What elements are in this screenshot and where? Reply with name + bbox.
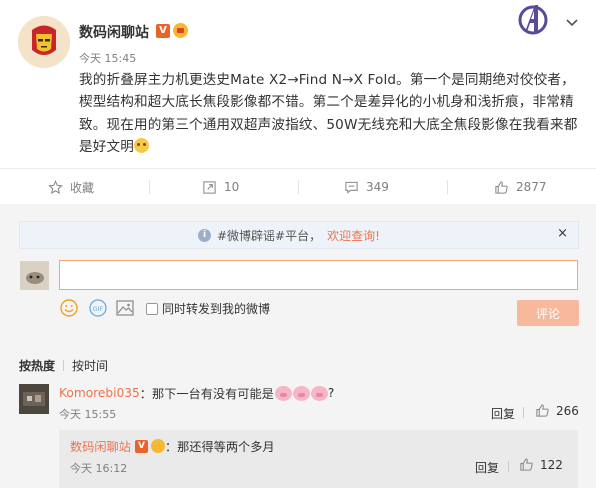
comment-body: Komorebi035 ：那下一台有没有可能是 ? [59, 384, 334, 402]
repost-icon [203, 180, 216, 194]
thumbs-up-icon [520, 458, 533, 471]
crown-icon [150, 439, 165, 453]
info-icon: i [198, 228, 211, 242]
post-content: 我的折叠屏主力机更迭史Mate X2→Find N→X Fold。第一个是同期绝… [79, 69, 579, 158]
sort-by-hot-tab[interactable]: 按热度 [19, 357, 55, 374]
favorite-button[interactable]: 收藏 [48, 169, 94, 205]
reply-text: ：那还得等两个多月 [164, 440, 275, 454]
image-upload-icon[interactable] [115, 298, 135, 318]
comment-icon [345, 181, 358, 194]
thumbs-up-icon [495, 180, 508, 194]
weibo-post: 数码闲聊站 V 今天 15:45 我的折叠屏主力机更迭史Mate X2→Find… [0, 0, 596, 168]
reply-button[interactable]: 回复 [475, 459, 499, 476]
rumor-notice-banner: i #微博辟谣#平台， 欢迎查询! × [19, 221, 579, 249]
chevron-down-icon[interactable] [564, 14, 580, 30]
thumbs-up-icon [536, 404, 549, 417]
commenter-avatar[interactable] [19, 384, 49, 414]
comment-like-count: 266 [556, 403, 579, 418]
star-icon [48, 179, 63, 194]
divider [63, 360, 65, 371]
comment-suffix: ? [327, 386, 335, 400]
commenter-username[interactable]: Komorebi035 [59, 386, 140, 400]
reply-time: 今天 16:12 [70, 462, 128, 475]
comment-button[interactable]: 349 [344, 169, 389, 205]
gif-icon[interactable]: GIF [88, 298, 108, 318]
reply-username[interactable]: 数码闲聊站 [70, 437, 131, 455]
pig-emoji-icon [274, 385, 292, 401]
post-time[interactable]: 今天 15:45 [79, 50, 136, 66]
user-avatar[interactable] [18, 16, 70, 68]
verified-badge: V [134, 439, 148, 453]
divider [149, 180, 150, 194]
divider [508, 461, 509, 472]
pig-emoji-icon [292, 385, 310, 401]
emoji-picker-icon[interactable] [59, 298, 79, 318]
gif-label: GIF [93, 305, 104, 313]
comment-like-button[interactable]: 266 [535, 403, 579, 418]
comment-text: ：那下一台有没有可能是 [139, 387, 274, 401]
reply-like-count: 122 [540, 457, 563, 472]
repost-button[interactable]: 10 [202, 169, 239, 205]
post-action-bar: 收藏 10 349 2877 [0, 168, 596, 204]
reply-button[interactable]: 回复 [491, 405, 515, 422]
submit-comment-button[interactable]: 评论 [517, 300, 579, 326]
reply-body: 数码闲聊站 V ：那还得等两个多月 [70, 437, 275, 455]
verified-badge: V [156, 24, 170, 38]
post-username[interactable]: 数码闲聊站 [79, 22, 149, 42]
like-count: 2877 [516, 180, 547, 194]
repost-checkbox[interactable] [146, 303, 158, 315]
current-user-avatar [20, 261, 49, 290]
comment-count: 349 [366, 180, 389, 194]
sort-by-time-tab[interactable]: 按时间 [72, 357, 108, 374]
repost-checkbox-label[interactable]: 同时转发到我的微博 [162, 300, 270, 317]
avengers-logo-icon [516, 2, 550, 36]
pig-emoji-icon [310, 385, 328, 401]
notice-link[interactable]: 欢迎查询! [327, 227, 380, 244]
favorite-label: 收藏 [70, 180, 95, 195]
comments-section: i #微博辟谣#平台， 欢迎查询! × GIF 同时转发到我的微博 评论 按热度… [0, 204, 596, 488]
notice-topic[interactable]: #微博辟谣#平台， [217, 227, 321, 244]
comment-input[interactable] [59, 260, 578, 290]
comment-time: 今天 15:55 [59, 408, 117, 421]
reply-like-button[interactable]: 122 [519, 457, 563, 472]
like-button[interactable]: 2877 [494, 169, 547, 205]
close-icon[interactable]: × [557, 226, 568, 241]
crown-icon [173, 23, 188, 38]
repost-count: 10 [224, 180, 240, 194]
divider [447, 180, 448, 194]
reply-thread: 数码闲聊站 V ：那还得等两个多月 今天 16:12 回复 122 [59, 430, 578, 488]
divider [523, 407, 524, 418]
post-text: 我的折叠屏主力机更迭史Mate X2→Find N→X Fold。第一个是同期绝… [79, 72, 578, 155]
comment-sort-bar: 按热度 按时间 [19, 357, 108, 374]
divider [298, 180, 299, 194]
tearful-smile-emoji-icon [133, 137, 149, 153]
